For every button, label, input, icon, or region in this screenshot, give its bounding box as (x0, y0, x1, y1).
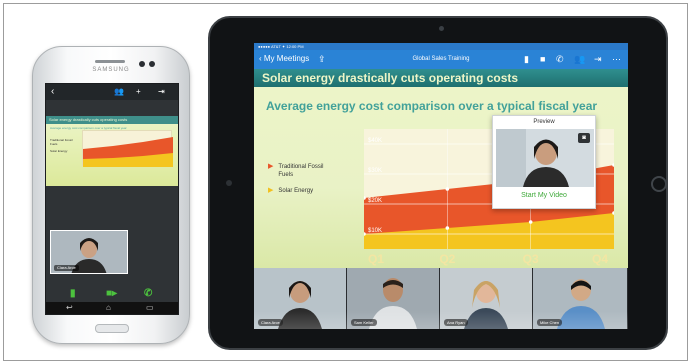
tablet-home-button[interactable] (651, 176, 667, 192)
legend-item-solar: ▶ Solar Energy (268, 187, 326, 195)
x-tick-label: Q3 (523, 252, 539, 266)
participants-icon[interactable]: 👥 (114, 86, 124, 98)
phone-slide-chart (82, 130, 173, 167)
status-bar: ●●●●● AT&T ✦ 12:00 PM (254, 43, 628, 50)
legend-marker-fossil: ▶ (268, 163, 274, 170)
x-tick-label: Q4 (592, 252, 608, 266)
slide-title: Solar energy drastically cuts operating … (254, 69, 628, 87)
participants-icon[interactable]: 👥 (574, 53, 585, 65)
solar-data-point (445, 226, 450, 230)
microphone-icon[interactable]: ▮ (524, 53, 529, 65)
fossil-data-point (445, 187, 450, 191)
phone-shared-slide: Solar energy drastically cuts operating … (46, 116, 178, 186)
phone-icon[interactable]: ✆ (556, 53, 564, 65)
add-user-icon[interactable]: + (136, 86, 141, 98)
phone-chart-svg (83, 137, 173, 167)
image-frame: SAMSUNG ‹ 👥 + ⇥ Solar energy drastically… (3, 3, 688, 361)
tablet-screen: ●●●●● AT&T ✦ 12:00 PM ‹ My Meetings ⇪ Gl… (254, 43, 628, 329)
preview-popover: Preview ◙ Start My Video (492, 115, 596, 209)
phone-slide-legend: Traditional Fossil Fuels Solar Energy (50, 138, 80, 153)
android-back-icon[interactable]: ↩ (66, 303, 73, 313)
leave-icon[interactable]: ⇥ (594, 53, 602, 65)
shared-slide: Solar energy drastically cuts operating … (254, 69, 628, 284)
y-tick-label: $40K (368, 138, 382, 144)
back-chevron-icon[interactable]: ‹ (51, 86, 54, 98)
tablet-camera-icon (439, 26, 444, 31)
solar-data-point (528, 220, 533, 224)
android-recents-icon[interactable]: ▭ (146, 303, 154, 313)
phone-home-button[interactable] (95, 324, 129, 333)
switch-camera-icon[interactable]: ◙ (578, 133, 590, 143)
tablet: ●●●●● AT&T ✦ 12:00 PM ‹ My Meetings ⇪ Gl… (208, 16, 668, 350)
phone-brand: SAMSUNG (92, 67, 130, 73)
phone-screen: ‹ 👥 + ⇥ Solar energy drastically cuts op… (45, 83, 179, 315)
android-nav-bar: ↩ ⌂ ▭ (46, 302, 178, 314)
tablet-sensor-icon (226, 180, 232, 186)
y-tick-label: $10K (368, 228, 382, 234)
video-camera-icon[interactable]: ■ (540, 53, 545, 65)
slide-subtitle: Average energy cost comparison over a ty… (266, 99, 598, 113)
meeting-title: Global Sales Training (412, 56, 470, 62)
y-tick-label: $20K (368, 198, 382, 204)
phone-self-video: Clara Arce (50, 230, 128, 274)
microphone-icon[interactable]: ▮ (70, 288, 76, 299)
front-camera-icon (139, 61, 145, 67)
legend-item-fossil: ▶ Traditional Fossil Fuels (268, 163, 326, 179)
phone-toolbar: ‹ 👥 + ⇥ (46, 84, 178, 100)
phone-video-name: Clara Arce (54, 265, 79, 271)
legend-label-fossil: Traditional Fossil Fuels (278, 164, 324, 178)
leave-icon[interactable]: ⇥ (158, 86, 165, 98)
preview-title: Preview (533, 119, 555, 125)
legend-label-solar: Solar Energy (278, 188, 314, 194)
phone-legend-fossil: Traditional Fossil Fuels (50, 138, 73, 146)
video-camera-icon[interactable]: ■▸ (106, 288, 117, 299)
sensor-icon (149, 61, 155, 67)
preview-video: ◙ (496, 129, 594, 187)
android-home-icon[interactable]: ⌂ (106, 303, 111, 313)
phone-speaker (95, 60, 125, 63)
smartphone: SAMSUNG ‹ 👥 + ⇥ Solar energy drastically… (32, 46, 190, 344)
meeting-navbar: ‹ My Meetings ⇪ Global Sales Training ▮ … (254, 50, 628, 69)
start-my-video-button[interactable]: Start My Video (493, 192, 595, 199)
y-tick-label: $30K (368, 168, 382, 174)
x-tick-label: Q2 (439, 252, 455, 266)
chart-legend: ▶ Traditional Fossil Fuels ▶ Solar Energ… (268, 163, 326, 203)
phone-icon[interactable]: ✆ (144, 288, 152, 299)
legend-marker-solar: ▶ (268, 187, 274, 194)
table-reflection (254, 311, 628, 329)
participant-video-strip: Clara Arce Sam Keller (254, 268, 628, 329)
phone-legend-solar: Solar Energy (50, 149, 68, 153)
x-tick-label: Q1 (368, 252, 384, 266)
more-icon[interactable]: ⋯ (612, 53, 621, 65)
phone-slide-title: Solar energy drastically cuts operating … (46, 116, 178, 124)
